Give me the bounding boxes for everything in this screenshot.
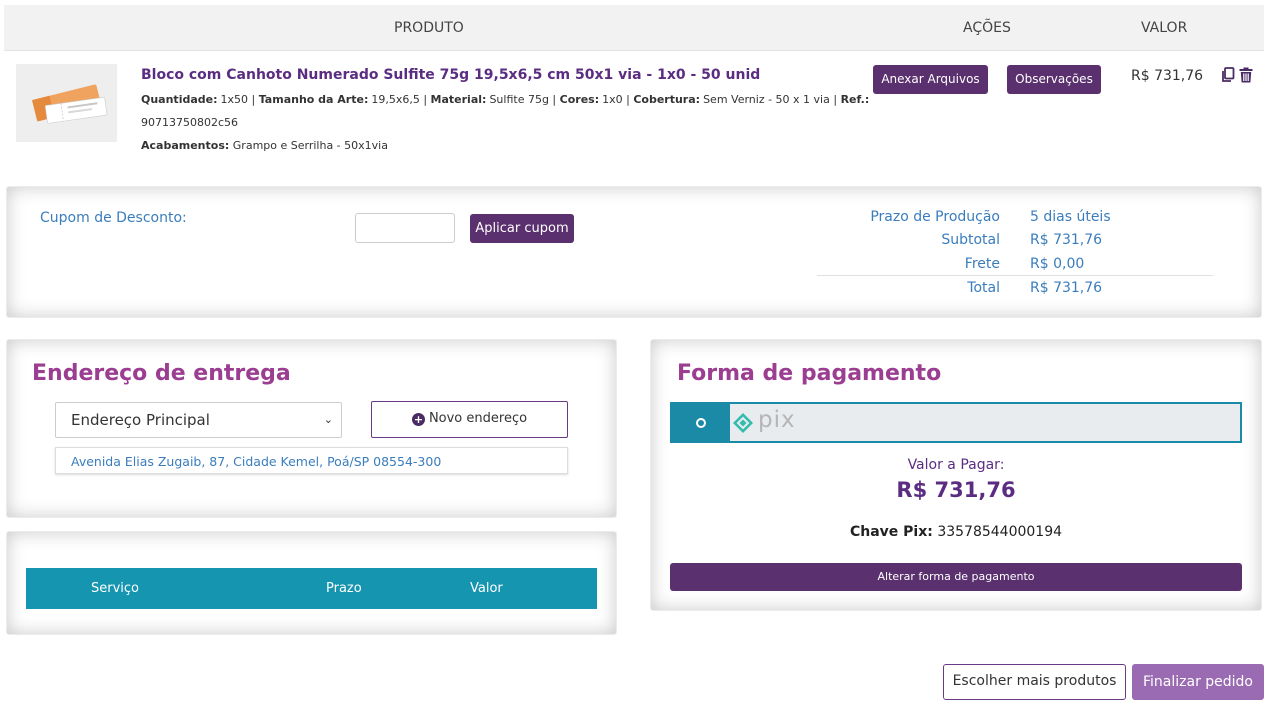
summary-value: 5 dias úteis [1030, 209, 1111, 225]
pix-option[interactable]: pix [670, 402, 1242, 443]
product-title[interactable]: Bloco com Canhoto Numerado Sulfite 75g 1… [141, 67, 760, 83]
pix-key-label: Chave Pix: [849, 524, 933, 540]
spec-key: Quantidade: [141, 93, 218, 106]
delivery-address[interactable]: Avenida Elias Zugaib, 87, Cidade Kemel, … [55, 447, 568, 474]
product-ref: 90713750802c56 [141, 116, 239, 129]
spec-key: Tamanho da Arte: [258, 93, 369, 106]
finishing-label: Acabamentos: [141, 139, 230, 152]
copy-icon[interactable] [1221, 67, 1235, 83]
spec-key: Cores: [559, 93, 600, 106]
spec-value: Sem Verniz - 50 x 1 via [703, 93, 830, 106]
amount-value: R$ 731,76 [896, 478, 1016, 502]
notes-button[interactable]: Observações [1007, 65, 1101, 94]
change-payment-button[interactable]: Alterar forma de pagamento [670, 563, 1242, 591]
finishing-value: Grampo e Serrilha - 50x1via [232, 139, 388, 152]
coupon-summary-panel [6, 186, 1262, 318]
pix-radio[interactable] [672, 404, 730, 441]
shipping-col-value: Valor [470, 581, 503, 596]
product-thumbnail [16, 64, 117, 142]
spec-value: Sulfite 75g [489, 93, 549, 106]
pix-key-value: 33578544000194 [937, 524, 1063, 540]
column-actions: AÇÕES [963, 20, 1011, 36]
summary-value: R$ 731,76 [1030, 232, 1103, 248]
summary-label: Total [967, 280, 1000, 296]
choose-more-products-button[interactable]: Escolher mais produtos [943, 664, 1126, 700]
product-finishing: Acabamentos: Grampo e Serrilha - 50x1via [141, 139, 388, 152]
summary-divider [817, 275, 1213, 276]
summary-value: R$ 731,76 [1030, 280, 1103, 296]
summary-label: Prazo de Produção [870, 209, 1000, 225]
new-address-label: Novo endereço [428, 411, 528, 426]
chevron-down-icon: ⌄ [323, 413, 333, 426]
summary-value: R$ 0,00 [1030, 256, 1085, 272]
pix-logo: pix [732, 407, 812, 436]
pix-logo-text: pix [758, 407, 796, 433]
apply-coupon-button[interactable]: Aplicar cupom [470, 214, 574, 243]
payment-title: Forma de pagamento [677, 361, 942, 386]
spec-key: Ref.: [840, 93, 870, 106]
attach-files-button[interactable]: Anexar Arquivos [873, 65, 988, 94]
product-specs-line: Quantidade: 1x50 | Tamanho da Arte: 19,5x6… [141, 93, 870, 106]
address-select-value: Endereço Principal [71, 411, 210, 429]
shipping-col-service: Serviço [91, 581, 140, 596]
coupon-label: Cupom de Desconto: [40, 210, 187, 226]
spec-value: 19,5x6,5 [371, 93, 420, 106]
shipping-col-deadline: Prazo [326, 581, 362, 596]
shipping-table-header: Serviço Prazo Valor [26, 568, 597, 609]
plus-circle-icon: + [411, 413, 425, 426]
pix-key[interactable]: Chave Pix: 33578544000194 [650, 524, 1262, 540]
finish-order-button[interactable]: Finalizar pedido [1132, 664, 1264, 700]
coupon-input[interactable] [355, 213, 455, 243]
product-price: R$ 731,76 [1131, 68, 1204, 84]
column-product: PRODUTO [394, 20, 464, 36]
cart-table-header: PRODUTO AÇÕES VALOR [4, 5, 1264, 51]
spec-key: Cobertura: [633, 93, 701, 106]
address-select[interactable]: Endereço Principal ⌄ [55, 402, 342, 438]
delivery-title: Endereço de entrega [32, 361, 291, 386]
spec-key: Material: [430, 93, 487, 106]
spec-value: 1x0 [602, 93, 623, 106]
trash-icon[interactable] [1239, 67, 1253, 83]
amount-label: Valor a Pagar: [907, 457, 1005, 473]
new-address-button[interactable]: + Novo endereço [371, 401, 568, 438]
column-value: VALOR [1141, 20, 1188, 36]
summary-label: Frete [964, 256, 1000, 272]
spec-value: 1x50 [220, 93, 249, 106]
summary-label: Subtotal [941, 232, 1000, 248]
